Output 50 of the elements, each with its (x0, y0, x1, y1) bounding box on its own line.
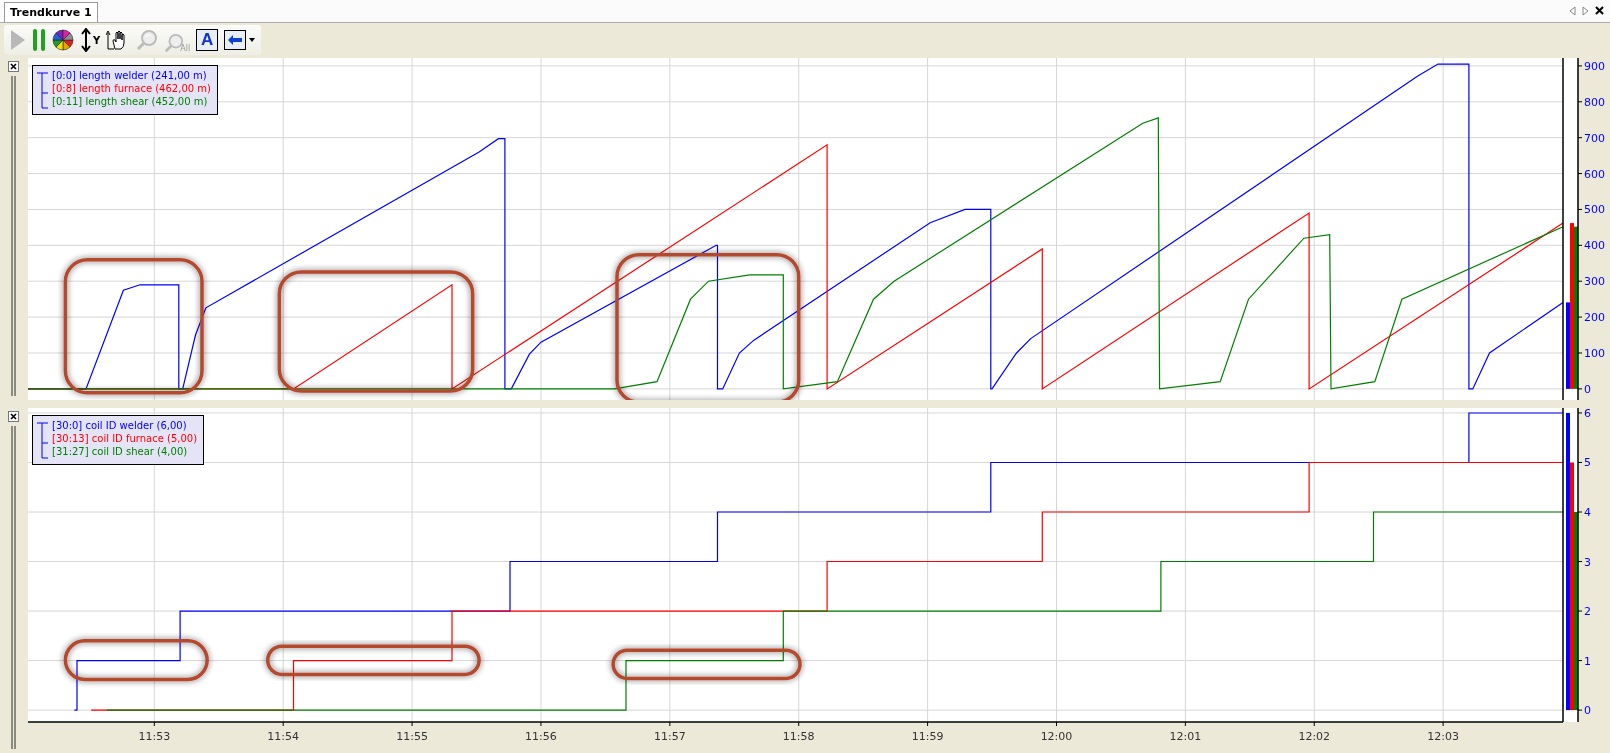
color-wheel-button[interactable] (52, 29, 74, 52)
close-pane-button[interactable] (7, 61, 19, 72)
y-axis-label: 800 (1584, 95, 1605, 109)
y-axis-label: 2 (1584, 605, 1591, 619)
legend-entry: [30:0] coil ID welder (6,00) (52, 419, 188, 432)
caret-icon[interactable] (249, 38, 256, 43)
y-axis-label: 5 (1584, 456, 1591, 470)
x-axis-label: 11:55 (396, 730, 428, 743)
y-axis-label: 500 (1584, 203, 1605, 217)
y-axis-label: 700 (1584, 131, 1605, 145)
legend-entry: [0:11] length shear (452,00 m) (52, 95, 209, 108)
close-icon[interactable] (1595, 6, 1604, 16)
legend-entry: [0:0] length welder (241,00 m) (52, 69, 208, 82)
y-scale-button[interactable]: Y (80, 28, 101, 53)
legend-entry: [0:8] length furnace (462,00 m) (52, 82, 211, 95)
y-axis-label: 3 (1584, 555, 1591, 569)
splitter-handle[interactable] (10, 76, 16, 396)
x-axis-label: 11:53 (138, 730, 171, 743)
legend-bracket-icon (37, 69, 49, 111)
x-axis-label: 11:58 (782, 730, 815, 743)
y-axis-label: 200 (1584, 311, 1605, 325)
splitter-handle[interactable] (10, 426, 16, 749)
font-button[interactable]: A (196, 29, 219, 52)
y-axis-label: 400 (1584, 239, 1605, 253)
x-axis-label: 12:02 (1298, 730, 1331, 743)
y-axis-label: 0 (1584, 704, 1591, 718)
x-axis-label: 11:57 (654, 730, 686, 743)
arrow-dropdown-button[interactable] (224, 30, 256, 51)
y-axis-label: 0 (1584, 382, 1591, 396)
x-axis-label: 12:03 (1427, 730, 1459, 743)
y-axis-label: 100 (1584, 347, 1605, 360)
legend-bracket-icon (37, 419, 49, 461)
trend-tab[interactable]: Trendkurve 1 (4, 1, 98, 22)
y-axis-label: 4 (1584, 506, 1591, 519)
x-axis-label: 11:54 (267, 730, 300, 743)
close-pane-button[interactable] (7, 411, 19, 422)
x-axis-label: 11:56 (525, 730, 557, 743)
legend-entry: [31:27] coil ID shear (4,00) (52, 445, 189, 458)
y-axis-label: 600 (1584, 167, 1605, 181)
scroll-left-icon[interactable] (1569, 5, 1576, 16)
x-axis-label: 12:01 (1169, 730, 1202, 743)
x-axis-label: 11:59 (911, 730, 944, 743)
pause-button[interactable] (32, 28, 46, 53)
y-axis-label: 1 (1584, 654, 1591, 668)
y-axis-label: 900 (1584, 59, 1605, 73)
y-axis-label: 6 (1584, 408, 1591, 420)
x-axis-label: 12:00 (1040, 730, 1073, 743)
legend-entry: [30:13] coil ID furnace (5,00) (52, 432, 198, 445)
scroll-right-icon[interactable] (1582, 5, 1589, 16)
y-axis-label: 300 (1584, 275, 1605, 289)
